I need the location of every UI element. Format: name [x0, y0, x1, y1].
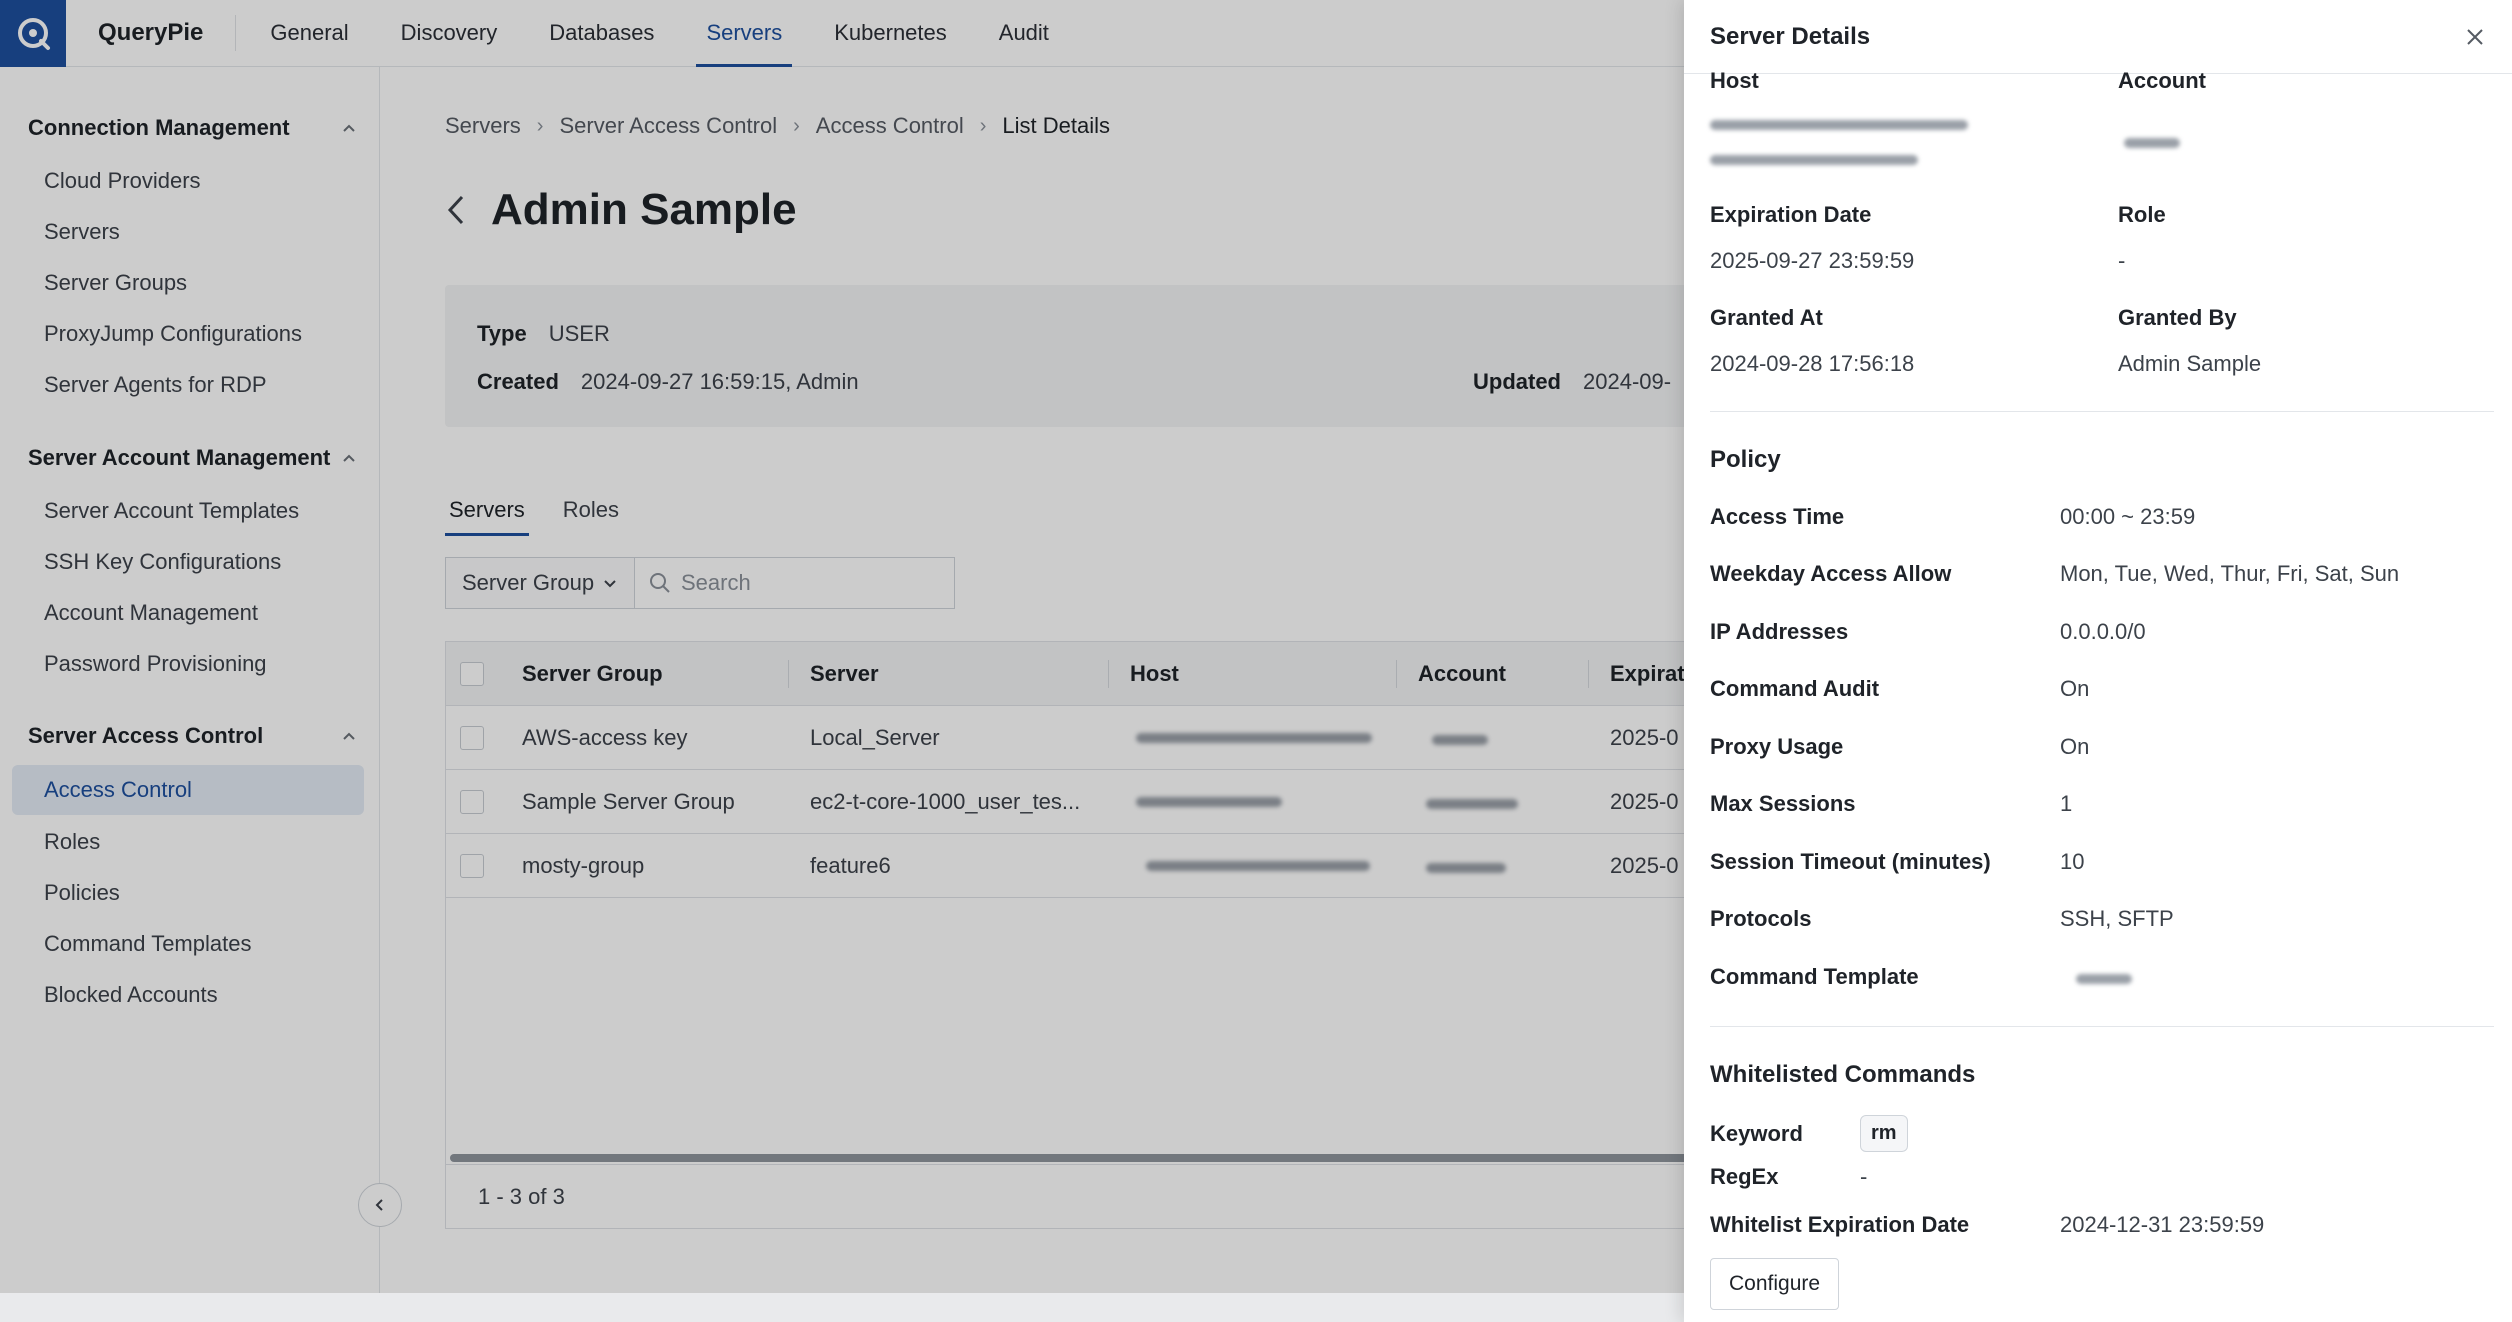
section-divider — [1710, 1026, 2494, 1027]
drawer-title: Server Details — [1710, 22, 1871, 50]
ip-addresses-label: IP Addresses — [1710, 619, 1849, 644]
host-value-redacted — [1710, 120, 1968, 130]
access-time-label: Access Time — [1710, 504, 1845, 529]
session-timeout-value: 10 — [2060, 849, 2085, 874]
max-sessions-value: 1 — [2060, 791, 2073, 816]
regex-value: - — [1860, 1164, 1868, 1189]
granted-by-label: Granted By — [2118, 305, 2237, 330]
close-icon[interactable] — [2464, 26, 2486, 48]
whitelisted-commands-heading: Whitelisted Commands — [1710, 1061, 1976, 1088]
expiration-date-label: Expiration Date — [1710, 202, 1872, 227]
modal-backdrop[interactable] — [0, 0, 1684, 1322]
command-template-label: Command Template — [1710, 964, 1919, 989]
bottom-strip — [0, 1293, 1684, 1322]
account-label: Account — [2118, 68, 2206, 93]
whitelist-expiration-label: Whitelist Expiration Date — [1710, 1212, 1970, 1237]
account-value-redacted — [2124, 138, 2180, 148]
weekday-access-value: Mon, Tue, Wed, Thur, Fri, Sat, Sun — [2060, 561, 2400, 586]
protocols-value: SSH, SFTP — [2060, 906, 2174, 931]
host-label: Host — [1710, 68, 1759, 93]
policy-heading: Policy — [1710, 446, 1781, 473]
command-audit-label: Command Audit — [1710, 676, 1880, 701]
ip-addresses-value: 0.0.0.0/0 — [2060, 619, 2146, 644]
session-timeout-label: Session Timeout (minutes) — [1710, 849, 1991, 874]
server-details-drawer: Server Details Host Account Expiration D… — [1684, 0, 2512, 1322]
command-audit-value: On — [2060, 676, 2090, 701]
regex-label: RegEx — [1710, 1164, 1779, 1189]
drawer-header: Server Details — [1684, 0, 2512, 74]
configure-button[interactable]: Configure — [1710, 1258, 1840, 1310]
granted-at-value: 2024-09-28 17:56:18 — [1710, 351, 1915, 376]
proxy-usage-label: Proxy Usage — [1710, 734, 1844, 759]
max-sessions-label: Max Sessions — [1710, 791, 1856, 816]
granted-at-label: Granted At — [1710, 305, 1823, 330]
protocols-label: Protocols — [1710, 906, 1812, 931]
role-label: Role — [2118, 202, 2166, 227]
expiration-date-value: 2025-09-27 23:59:59 — [1710, 248, 1915, 273]
command-template-value-redacted — [2076, 974, 2132, 984]
weekday-access-label: Weekday Access Allow — [1710, 561, 1952, 586]
proxy-usage-value: On — [2060, 734, 2090, 759]
role-value: - — [2118, 248, 2126, 273]
granted-by-value: Admin Sample — [2118, 351, 2262, 376]
keyword-label: Keyword — [1710, 1121, 1803, 1146]
host-value-redacted — [1710, 155, 1918, 165]
whitelist-expiration-value: 2024-12-31 23:59:59 — [2060, 1212, 2265, 1237]
access-time-value: 00:00 ~ 23:59 — [2060, 504, 2196, 529]
section-divider — [1710, 411, 2494, 412]
keyword-tag: rm — [1860, 1115, 1908, 1152]
